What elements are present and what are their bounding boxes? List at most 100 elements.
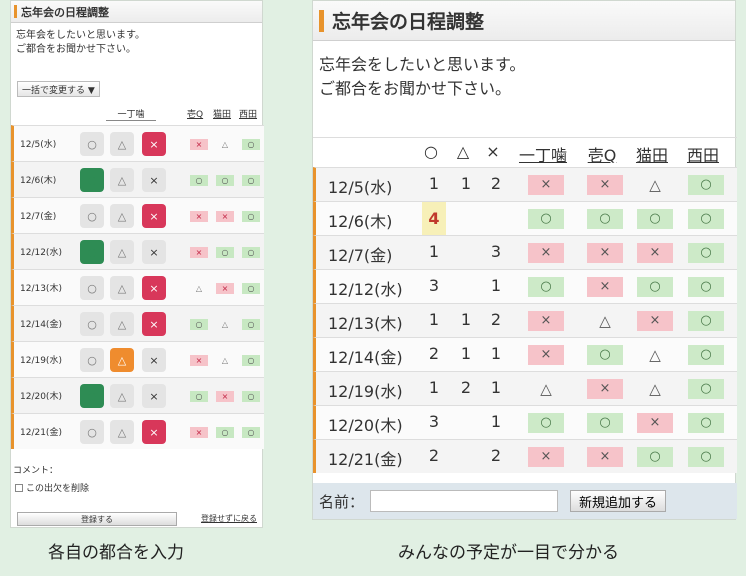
row-date: 12/20(木) [20,392,62,402]
schedule-panel-description: 忘年会をしたいと思います。 ご都合をお聞かせ下さい。 [313,41,735,101]
member-status-cell: ○ [688,413,724,433]
choice-ok-button[interactable]: ○ [80,276,104,300]
row-date: 12/7(金) [328,246,393,265]
input-table-header: 一丁噛 壱Q 猫田 西田 [11,103,264,125]
name-label: 名前： [319,492,365,511]
name-input[interactable] [370,490,559,512]
row-date: 12/19(水) [20,356,62,366]
member-status-cell: × [637,311,673,331]
member-status-cell: ○ [587,413,623,433]
count-cell: 1 [460,174,472,193]
choice-ng-button[interactable]: × [142,276,166,300]
add-new-button[interactable]: 新規追加する [570,490,667,512]
choice-ng-button[interactable]: × [142,312,166,336]
title-accent-bar [14,5,17,18]
back-without-register-link[interactable]: 登録せずに戻る [201,513,257,524]
delete-attendance-checkbox[interactable]: この出欠を削除 [15,481,89,494]
count-cell: 1 [428,310,440,329]
member-status-cell: × [587,243,623,263]
choice-maybe-button[interactable]: △ [110,204,134,228]
bulk-change-dropdown[interactable]: 一括で変更する ▼ [17,81,100,97]
row-date: 12/5(水) [328,178,393,197]
schedule-row: 12/19(水) 1 2 1 △ × △ ○ [313,371,737,405]
input-row: 12/5(水) ○ △ × × △ ○ [11,125,264,161]
row-date: 12/5(水) [20,140,57,150]
row-date: 12/13(木) [20,284,62,294]
member-status-cell: × [216,283,234,294]
register-button[interactable]: 登録する [17,512,177,526]
choice-ng-button[interactable]: × [142,240,166,264]
input-panel-description: 忘年会をしたいと思います。 ご都合をお聞かせ下さい。 [11,23,262,57]
choice-ng-button[interactable]: × [142,168,166,192]
checkbox-box[interactable] [15,483,23,492]
member-header-1[interactable]: 壱Q [187,107,203,120]
member-status-cell: × [216,211,234,222]
member-status-cell: × [528,243,564,263]
schedule-table: ○ △ × 一丁噛 壱Q 猫田 西田 12/5(水) 1 1 2 × × △ ○ 12/6(木)… [313,137,737,473]
choice-ng-button[interactable]: × [142,132,166,156]
choice-maybe-button[interactable]: △ [110,384,134,408]
choice-maybe-button[interactable]: △ [110,240,134,264]
member-status-cell: ○ [587,209,623,229]
choice-ng-button[interactable]: × [142,204,166,228]
member-header-3[interactable]: 猫田 [627,142,677,166]
choice-ok-button[interactable]: ○ [80,204,104,228]
row-date: 12/21(金) [328,450,403,469]
input-row: 12/19(水) ○ △ × × △ ○ [11,341,264,377]
choice-maybe-button[interactable]: △ [110,420,134,444]
member-status-cell: ○ [688,379,724,399]
choice-maybe-button[interactable]: △ [110,312,134,336]
choice-ok-button[interactable]: ○ [80,420,104,444]
member-status-cell: △ [221,320,229,329]
member-status-cell: △ [649,346,661,364]
count-cell: 2 [490,174,502,193]
count-cell: 1 [460,310,472,329]
member-header-1[interactable]: 一丁噛 [513,142,573,166]
choice-ok-button[interactable]: ○ [80,348,104,372]
choice-ok-button[interactable]: ○ [80,132,104,156]
choice-ng-button[interactable]: × [142,420,166,444]
count-cell: 3 [428,276,440,295]
member-status-cell: △ [599,312,611,330]
member-status-cell: ○ [637,277,673,297]
count-cell: 1 [428,174,440,193]
title-accent-bar [319,9,324,32]
schedule-row: 12/13(木) 1 1 2 × △ × ○ [313,303,737,337]
member-header-2[interactable]: 猫田 [213,107,231,120]
row-date: 12/21(金) [20,428,62,438]
member-status-cell: × [637,413,673,433]
member-status-cell: ○ [242,211,260,222]
member-status-cell: × [587,379,623,399]
choice-ok-button[interactable]: ○ [80,168,104,192]
choice-maybe-button[interactable]: △ [110,132,134,156]
choice-maybe-button[interactable]: △ [110,276,134,300]
input-row: 12/21(金) ○ △ × × ○ ○ [11,413,264,449]
choice-ng-button[interactable]: × [142,348,166,372]
input-row: 12/6(木) ○ △ × ○ ○ ○ [11,161,264,197]
row-date: 12/12(水) [328,280,403,299]
count-header-ok: ○ [424,142,438,161]
schedule-row: 12/6(木) 4 ○ ○ ○ ○ [313,201,737,235]
choice-ok-button[interactable]: ○ [80,240,104,264]
member-header-4[interactable]: 西田 [677,142,729,166]
member-status-cell: × [190,427,208,438]
member-status-cell: × [587,447,623,467]
choice-maybe-button[interactable]: △ [110,168,134,192]
member-status-cell: ○ [242,355,260,366]
comment-label: コメント： [13,466,59,476]
choice-ok-button[interactable]: ○ [80,384,104,408]
schedule-row: 12/5(水) 1 1 2 × × △ ○ [313,167,737,201]
choice-ng-button[interactable]: × [142,384,166,408]
member-status-cell: ○ [216,175,234,186]
choice-maybe-button[interactable]: △ [110,348,134,372]
member-status-cell: ○ [242,319,260,330]
schedule-table-header: ○ △ × 一丁噛 壱Q 猫田 西田 [313,137,737,167]
choice-ok-button[interactable]: ○ [80,312,104,336]
member-header-2[interactable]: 壱Q [579,142,625,166]
count-header-maybe: △ [456,142,470,161]
member-header-3[interactable]: 西田 [239,107,257,120]
count-cell: 1 [428,378,440,397]
row-date: 12/19(水) [328,382,403,401]
member-status-cell: × [528,447,564,467]
member-status-cell: × [587,175,623,195]
